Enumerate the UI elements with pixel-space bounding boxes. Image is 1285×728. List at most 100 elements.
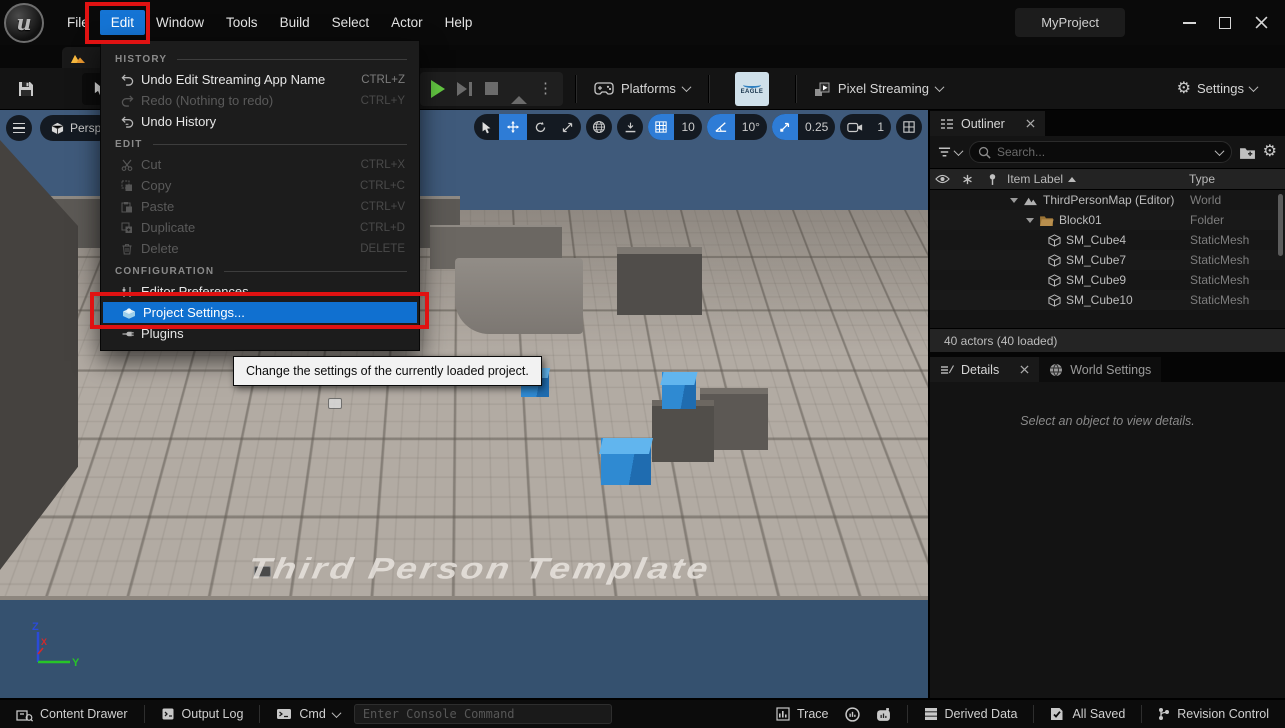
select-column-header[interactable]	[955, 174, 980, 185]
derived-data-label: Derived Data	[945, 707, 1018, 721]
cmd-dropdown[interactable]: Cmd	[268, 707, 347, 721]
derived-data-icon	[924, 707, 938, 721]
minimize-button[interactable]	[1171, 6, 1207, 40]
menu-item-undo[interactable]: Undo Edit Streaming App Name CTRL+Z	[101, 69, 419, 90]
menu-item-undo-history[interactable]: Undo History	[101, 111, 419, 132]
outliner-row-staticmesh[interactable]: SM_Cube10 StaticMesh	[930, 290, 1285, 310]
menu-file[interactable]: File	[56, 10, 100, 35]
scale-tool-button[interactable]	[554, 114, 581, 140]
menu-help[interactable]: Help	[434, 10, 484, 35]
chevron-down-icon	[1249, 82, 1259, 92]
menu-item-cut[interactable]: Cut CTRL+X	[101, 154, 419, 175]
frame-skip-button[interactable]	[451, 75, 478, 103]
insights-snapshot-button[interactable]	[868, 707, 899, 722]
outliner-row-staticmesh[interactable]: SM_Cube7 StaticMesh	[930, 250, 1285, 270]
stop-button[interactable]	[478, 75, 505, 103]
paste-icon	[115, 201, 139, 213]
menu-tools[interactable]: Tools	[215, 10, 269, 35]
outliner-row-staticmesh[interactable]: SM_Cube9 StaticMesh	[930, 270, 1285, 290]
asterisk-icon	[962, 174, 973, 185]
insights-session-button[interactable]	[837, 707, 868, 722]
grid-snap-value[interactable]: 10	[674, 114, 701, 140]
stop-icon	[485, 82, 498, 95]
rotation-snap-button[interactable]	[707, 114, 735, 140]
revision-control-button[interactable]: Revision Control	[1150, 707, 1277, 721]
eject-button[interactable]	[505, 75, 532, 103]
content-drawer-button[interactable]: Content Drawer	[8, 707, 136, 722]
outliner-scrollbar[interactable]	[1278, 194, 1283, 256]
move-tool-button[interactable]	[499, 114, 527, 140]
save-button[interactable]	[8, 72, 44, 106]
close-button[interactable]	[1243, 6, 1279, 40]
viewport-options-button[interactable]	[6, 115, 32, 141]
scale-snap-button[interactable]	[772, 114, 798, 140]
rotation-snap-value[interactable]: 10°	[735, 114, 767, 140]
all-saved-button[interactable]: All Saved	[1042, 707, 1133, 721]
menu-item-label: Project Settings...	[143, 305, 245, 320]
platforms-button[interactable]: Platforms	[588, 81, 696, 96]
outliner-column-headers: Item Label Type	[930, 168, 1285, 190]
search-input[interactable]	[997, 145, 1210, 159]
chevron-down-icon	[1214, 146, 1224, 156]
camera-speed-value[interactable]: 1	[870, 114, 891, 140]
static-mesh-icon	[1048, 294, 1061, 307]
outliner-row-world[interactable]: ThirdPersonMap (Editor) World	[930, 190, 1285, 210]
pin-column-header[interactable]	[980, 173, 1005, 186]
menu-actor[interactable]: Actor	[380, 10, 434, 35]
menu-item-shortcut: CTRL+D	[360, 222, 419, 234]
outliner-row-folder[interactable]: Block01 Folder	[930, 210, 1285, 230]
tab-details[interactable]: Details	[930, 357, 1039, 382]
menu-item-plugins[interactable]: Plugins	[101, 323, 419, 344]
menu-build[interactable]: Build	[269, 10, 321, 35]
pixel-streaming-button[interactable]: Pixel Streaming	[808, 81, 949, 97]
menu-window[interactable]: Window	[145, 10, 215, 35]
play-button[interactable]	[424, 75, 451, 103]
world-local-space-button[interactable]	[586, 114, 612, 140]
viewport-layout-button[interactable]	[896, 114, 922, 140]
menu-item-shortcut: CTRL+Z	[361, 74, 419, 86]
select-tool-button[interactable]	[474, 114, 499, 140]
terminal-icon	[276, 708, 292, 720]
close-tab-button[interactable]	[1026, 119, 1035, 128]
camera-speed-button[interactable]	[840, 114, 870, 140]
menu-item-duplicate[interactable]: Duplicate CTRL+D	[101, 217, 419, 238]
grid-snap-button[interactable]	[648, 114, 674, 140]
eagle-plugin-button[interactable]: EAGLE	[735, 72, 769, 106]
derived-data-button[interactable]: Derived Data	[916, 707, 1026, 721]
pin-icon	[988, 173, 997, 186]
menu-section-history: HISTORY	[101, 49, 419, 69]
rotate-tool-button[interactable]	[527, 114, 554, 140]
visibility-column-header[interactable]	[930, 174, 955, 184]
console-command-input[interactable]	[354, 704, 612, 724]
menu-item-redo[interactable]: Redo (Nothing to redo) CTRL+Y	[101, 90, 419, 111]
tab-world-settings[interactable]: World Settings	[1039, 357, 1161, 382]
collapse-arrow-icon[interactable]	[1010, 198, 1018, 203]
surface-snapping-button[interactable]	[617, 114, 643, 140]
menu-item-label: Delete	[141, 241, 179, 256]
menu-item-copy[interactable]: Copy CTRL+C	[101, 175, 419, 196]
settings-button[interactable]: ⚙ Settings	[1171, 81, 1263, 97]
trace-button[interactable]: Trace	[768, 707, 837, 721]
item-label-column-header[interactable]: Item Label	[1005, 172, 1189, 186]
menu-item-paste[interactable]: Paste CTRL+V	[101, 196, 419, 217]
menu-edit[interactable]: Edit	[100, 10, 145, 35]
close-tab-button[interactable]	[1020, 365, 1029, 374]
new-folder-button[interactable]	[1239, 146, 1256, 159]
scale-snap-value[interactable]: 0.25	[798, 114, 835, 140]
maximize-button[interactable]	[1207, 6, 1243, 40]
tab-outliner[interactable]: Outliner	[930, 111, 1045, 136]
world-settings-globe-icon	[1049, 363, 1063, 377]
menu-item-editor-preferences[interactable]: Editor Preferences	[101, 281, 419, 302]
outliner-filter-button[interactable]	[938, 147, 962, 157]
outliner-row-staticmesh[interactable]: SM_Cube4 StaticMesh	[930, 230, 1285, 250]
menu-select[interactable]: Select	[321, 10, 381, 35]
type-column-header[interactable]: Type	[1189, 172, 1215, 186]
collapse-arrow-icon[interactable]	[1026, 218, 1034, 223]
output-log-button[interactable]: Output Log	[153, 707, 252, 721]
unreal-editor-window: u File Edit Window Tools Build Select Ac…	[0, 0, 1285, 728]
menu-item-delete[interactable]: Delete DELETE	[101, 238, 419, 259]
gear-icon: ⚙	[1177, 81, 1191, 97]
outliner-settings-button[interactable]: ⚙	[1263, 144, 1277, 160]
play-options-button[interactable]: ⋮	[532, 75, 559, 103]
menu-item-project-settings[interactable]: Project Settings...	[103, 302, 417, 323]
